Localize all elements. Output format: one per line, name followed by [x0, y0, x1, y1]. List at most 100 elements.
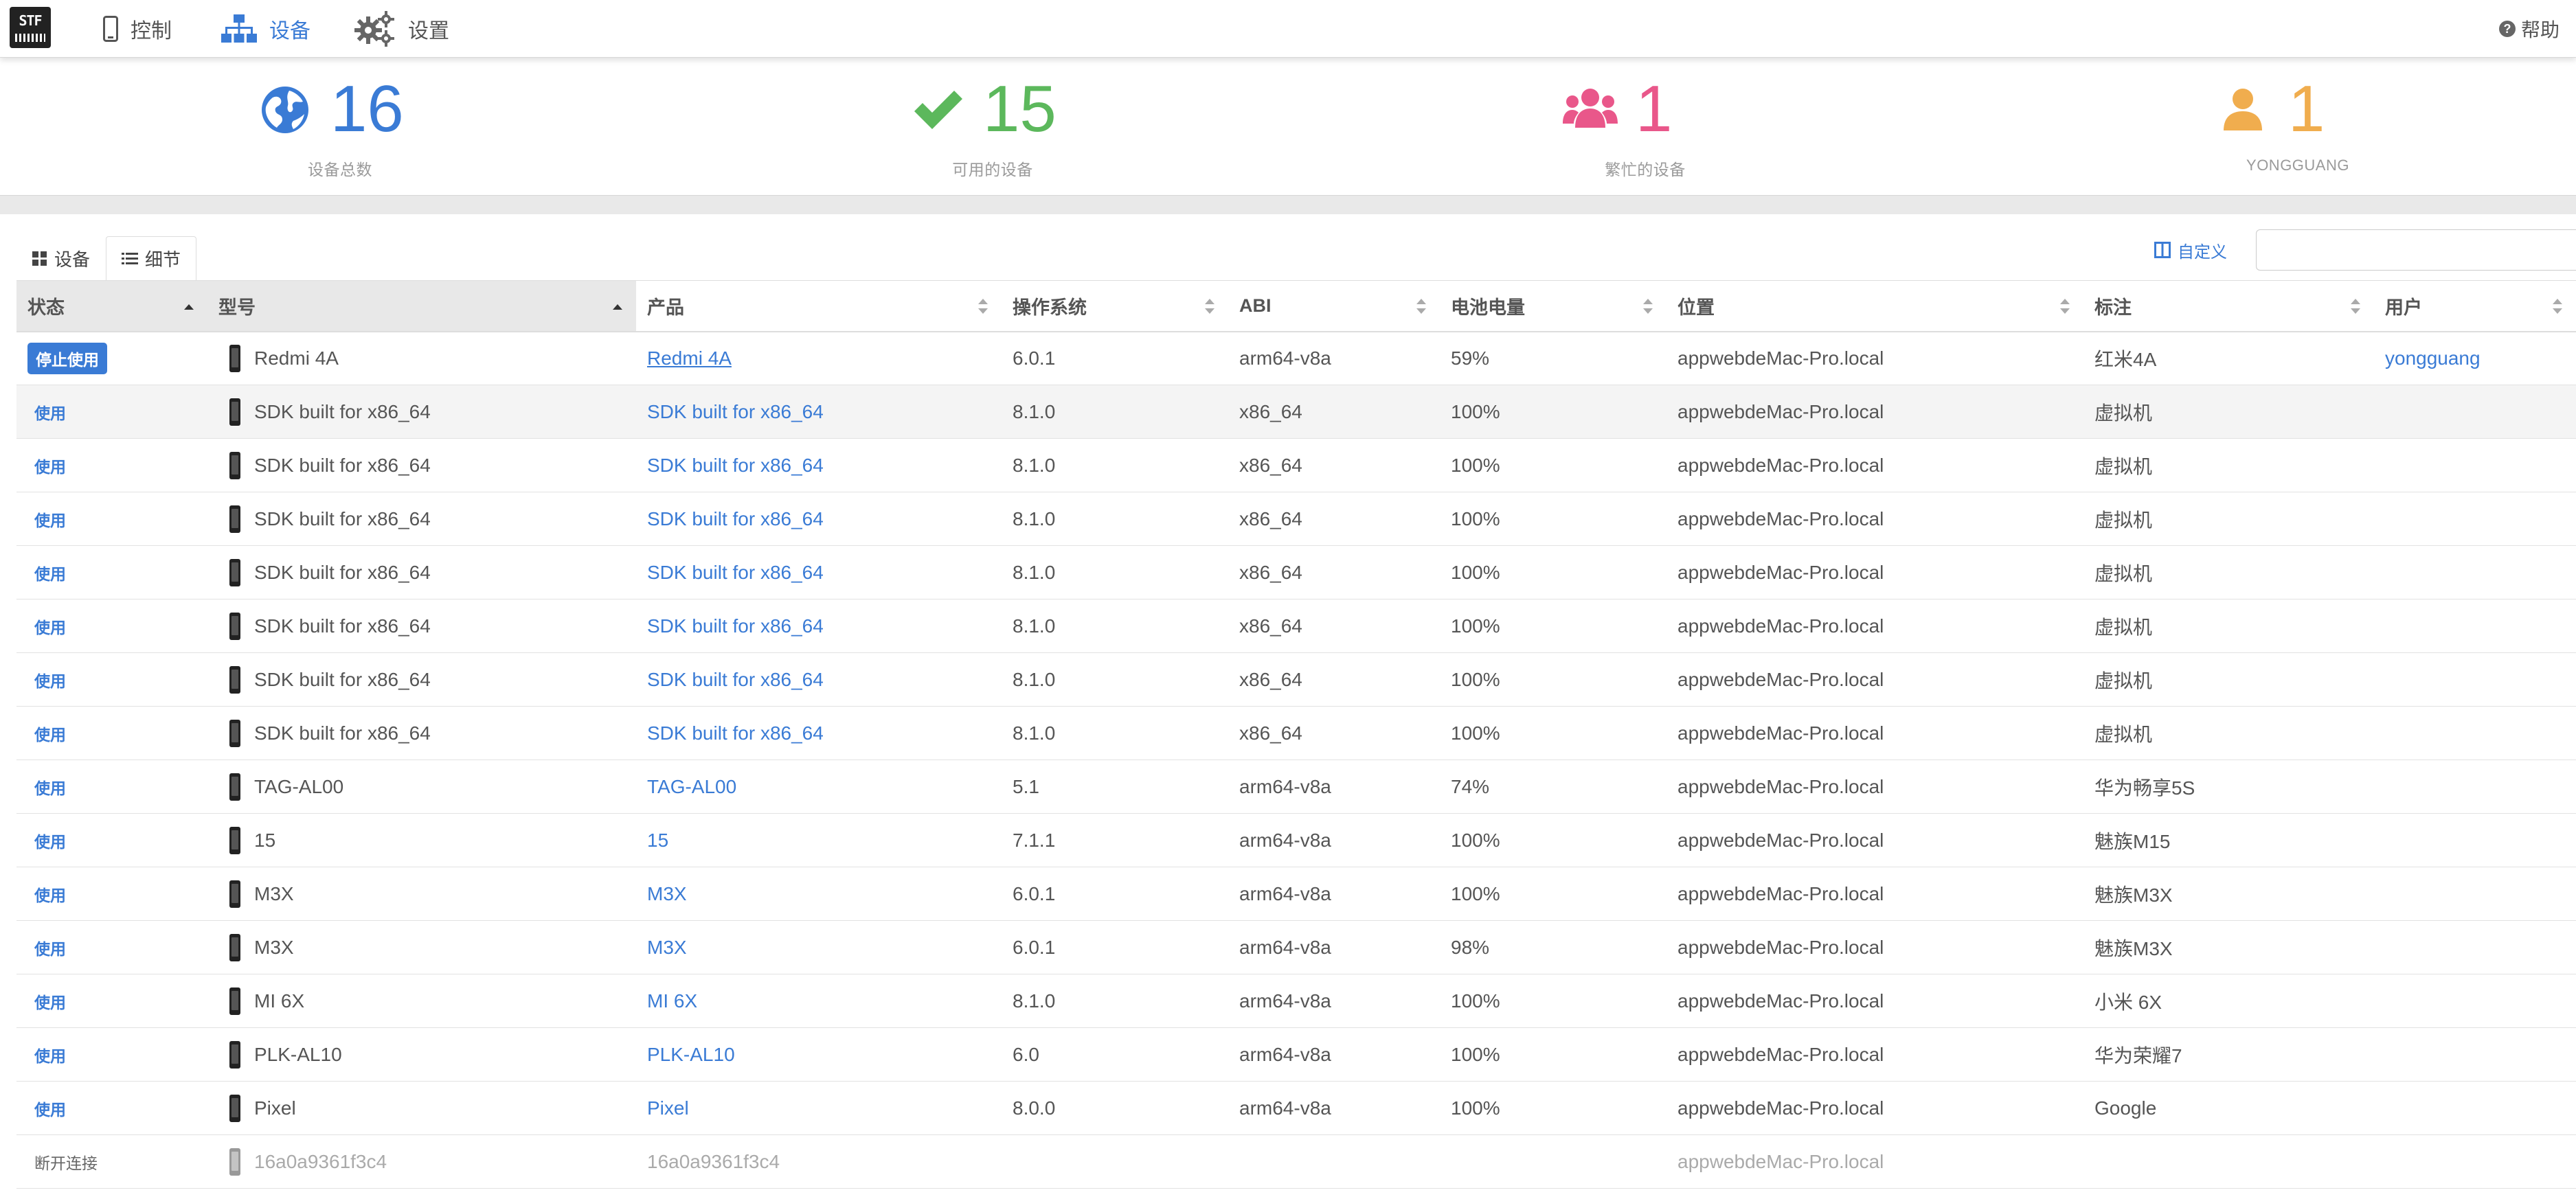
use-button[interactable]: 使用 — [27, 619, 66, 637]
use-button[interactable]: 使用 — [27, 779, 66, 797]
cell-product: 16a0a9361f3c4 — [636, 1134, 1002, 1189]
nav-devices[interactable]: 设备 — [221, 0, 310, 58]
col-os[interactable]: 操作系统 — [1002, 280, 1228, 332]
table-row: 停止使用 Redmi 4A Redmi 4A 6.0.1 arm64-v8a 59% app… — [16, 331, 2576, 385]
cell-location: appwebdeMac-Pro.local — [1667, 1081, 2083, 1135]
col-battery[interactable]: 电池电量 — [1440, 280, 1667, 332]
cell-location: appwebdeMac-Pro.local — [1667, 974, 2083, 1028]
cell-note: 虚拟机 — [2083, 492, 2374, 546]
cell-abi: arm64-v8a — [1228, 867, 1440, 921]
product-link[interactable]: SDK built for x86_64 — [647, 455, 824, 476]
product-link[interactable]: 15 — [647, 830, 668, 851]
use-button[interactable]: 使用 — [27, 833, 66, 851]
stat-user-value: 1 — [2288, 72, 2325, 146]
cell-product: PLK-AL10 — [636, 1027, 1002, 1082]
cell-note: 虚拟机 — [2083, 438, 2374, 492]
product-link[interactable]: Pixel — [647, 1097, 689, 1119]
col-abi[interactable]: ABI — [1228, 280, 1440, 332]
cell-model: SDK built for x86_64 — [207, 652, 636, 707]
use-button[interactable]: 使用 — [27, 565, 66, 583]
sort-icon — [2060, 299, 2070, 315]
phone-icon — [229, 451, 240, 479]
use-button[interactable]: 使用 — [27, 726, 66, 744]
cell-user — [2374, 706, 2576, 760]
cell-user — [2374, 974, 2576, 1028]
col-product[interactable]: 产品 — [636, 280, 1002, 332]
cell-model: SDK built for x86_64 — [207, 438, 636, 492]
cell-battery: 100% — [1440, 1027, 1667, 1082]
use-button[interactable]: 使用 — [27, 940, 66, 958]
col-abi-label: ABI — [1239, 295, 1272, 316]
use-button[interactable]: 使用 — [27, 404, 66, 422]
product-link[interactable]: Redmi 4A — [647, 347, 732, 369]
product-link[interactable]: SDK built for x86_64 — [647, 401, 824, 422]
cell-location: appwebdeMac-Pro.local — [1667, 331, 2083, 385]
product-link[interactable]: M3X — [647, 937, 687, 958]
stat-busy-label: 繁忙的设备 — [1605, 161, 1686, 179]
cell-status: 使用 — [16, 599, 207, 653]
cell-product: M3X — [636, 867, 1002, 921]
col-note[interactable]: 标注 — [2083, 280, 2374, 332]
col-location[interactable]: 位置 — [1667, 280, 2083, 332]
use-button[interactable]: 使用 — [27, 672, 66, 690]
table-row: 使用 MI 6X MI 6X 8.1.0 arm64-v8a 100% appwebdeMa… — [16, 974, 2576, 1028]
product-link[interactable]: SDK built for x86_64 — [647, 669, 824, 690]
cell-user — [2374, 545, 2576, 600]
product-link[interactable]: SDK built for x86_64 — [647, 508, 824, 529]
use-button[interactable]: 使用 — [27, 887, 66, 904]
cell-abi — [1228, 1134, 1440, 1189]
use-button[interactable]: 使用 — [27, 1047, 66, 1065]
phone-icon — [229, 719, 240, 747]
product-link[interactable]: TAG-AL00 — [647, 776, 736, 797]
use-button[interactable]: 使用 — [27, 458, 66, 476]
stop-use-button[interactable]: 停止使用 — [27, 342, 107, 374]
stat-total-value: 16 — [330, 72, 404, 146]
logo-text: STF — [19, 12, 42, 29]
col-user[interactable]: 用户 — [2374, 280, 2576, 332]
tab-details-label: 细节 — [145, 249, 181, 270]
product-link[interactable]: SDK built for x86_64 — [647, 615, 824, 637]
col-status[interactable]: 状态 — [16, 280, 207, 332]
product-link[interactable]: SDK built for x86_64 — [647, 722, 824, 744]
search-input[interactable] — [2256, 229, 2576, 271]
use-button[interactable]: 使用 — [27, 994, 66, 1012]
table-row: 使用 SDK built for x86_64 SDK built for x86_… — [16, 492, 2576, 546]
cell-os: 6.0.1 — [1002, 867, 1228, 921]
col-model[interactable]: 型号 — [207, 280, 636, 332]
use-button[interactable]: 使用 — [27, 1101, 66, 1119]
model-text: SDK built for x86_64 — [254, 615, 431, 637]
product-link[interactable]: MI 6X — [647, 990, 697, 1012]
product-link[interactable]: SDK built for x86_64 — [647, 562, 824, 583]
nav-control[interactable]: 控制 — [103, 0, 172, 58]
cell-location: appwebdeMac-Pro.local — [1667, 867, 2083, 921]
table-header-row: 状态 型号 产品 操作系统 ABI 电池电量 位置 标注 用户 — [16, 280, 2576, 332]
phone-icon — [229, 1094, 240, 1122]
cell-os: 6.0.1 — [1002, 920, 1228, 974]
stat-busy-value: 1 — [1636, 72, 1673, 146]
tab-devices[interactable]: 设备 — [16, 236, 106, 280]
nav-settings[interactable]: 设置 — [354, 0, 449, 58]
product-link[interactable]: 16a0a9361f3c4 — [647, 1151, 780, 1172]
cell-product: SDK built for x86_64 — [636, 545, 1002, 600]
model-text: SDK built for x86_64 — [254, 507, 431, 529]
model-text: PLK-AL10 — [254, 1043, 342, 1065]
customize-button[interactable]: 自定义 — [2154, 238, 2227, 262]
cell-user — [2374, 652, 2576, 707]
help-link[interactable]: ? 帮助 — [2498, 0, 2560, 58]
cell-status: 使用 — [16, 1081, 207, 1135]
tab-details[interactable]: 细节 — [106, 236, 197, 280]
use-button[interactable]: 使用 — [27, 512, 66, 529]
user-link[interactable]: yongguang — [2385, 347, 2481, 369]
cell-model: PLK-AL10 — [207, 1027, 636, 1082]
cell-os: 7.1.1 — [1002, 813, 1228, 867]
product-link[interactable]: PLK-AL10 — [647, 1044, 735, 1065]
stf-logo[interactable]: STF — [10, 7, 51, 48]
product-link[interactable]: M3X — [647, 883, 687, 904]
cell-abi: x86_64 — [1228, 652, 1440, 707]
cell-battery: 98% — [1440, 920, 1667, 974]
cell-abi: x86_64 — [1228, 438, 1440, 492]
phone-icon — [229, 344, 240, 372]
cell-model: SDK built for x86_64 — [207, 492, 636, 546]
phone-icon — [229, 612, 240, 640]
cell-battery: 100% — [1440, 1081, 1667, 1135]
